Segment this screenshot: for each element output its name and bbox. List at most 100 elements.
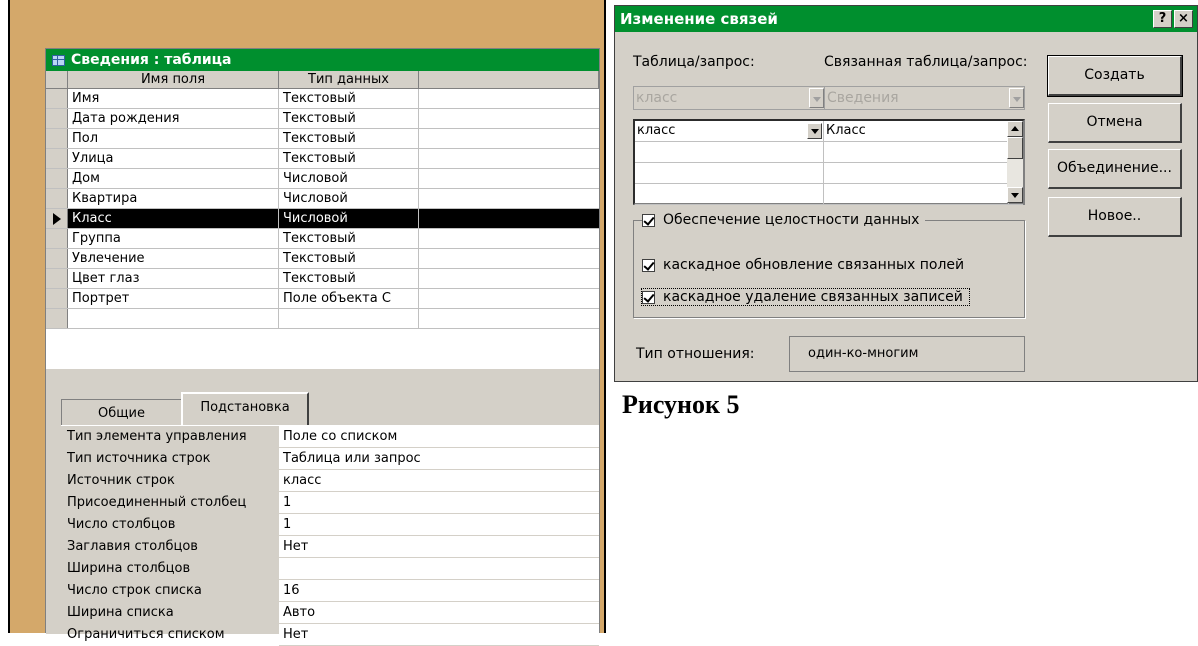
primary-field-cell[interactable] — [635, 142, 824, 162]
table-row[interactable]: Имя Текстовый — [46, 89, 599, 109]
row-selector[interactable] — [46, 229, 68, 248]
property-value-field[interactable]: Поле со списком — [279, 426, 599, 448]
property-value-field[interactable]: Таблица или запрос — [279, 448, 599, 470]
data-type-cell[interactable]: Текстовый — [279, 149, 419, 168]
row-selector[interactable] — [46, 149, 68, 168]
join-field-row[interactable] — [635, 184, 1023, 205]
column-header-data-type[interactable]: Тип данных — [279, 71, 419, 88]
data-type-cell[interactable]: Текстовый — [279, 129, 419, 148]
table-row[interactable]: Дата рождения Текстовый — [46, 109, 599, 129]
table-row[interactable]: Пол Текстовый — [46, 129, 599, 149]
table-row[interactable]: Группа Текстовый — [46, 229, 599, 249]
description-cell[interactable] — [419, 129, 599, 148]
data-type-cell[interactable]: Текстовый — [279, 269, 419, 288]
table-row[interactable]: Цвет глаз Текстовый — [46, 269, 599, 289]
description-cell[interactable] — [419, 249, 599, 268]
join-field-row[interactable] — [635, 163, 1023, 184]
property-value-field[interactable]: 1 — [279, 492, 599, 514]
join-type-button[interactable]: Объединение... — [1048, 149, 1182, 189]
data-type-cell[interactable]: Текстовый — [279, 109, 419, 128]
checkbox-checked-icon[interactable] — [642, 213, 655, 227]
checkbox-checked-icon[interactable] — [642, 258, 655, 272]
related-field-cell[interactable] — [824, 184, 1009, 204]
field-name-cell[interactable]: Класс — [68, 209, 279, 228]
field-name-cell[interactable]: Цвет глаз — [68, 269, 279, 288]
table-row[interactable]: Улица Текстовый — [46, 149, 599, 169]
description-cell[interactable] — [419, 109, 599, 128]
cancel-button[interactable]: Отмена — [1048, 103, 1182, 143]
description-cell[interactable] — [419, 169, 599, 188]
integrity-checkbox[interactable]: Обеспечение целостности данных — [642, 212, 926, 228]
data-type-cell[interactable]: Числовой — [279, 189, 419, 208]
create-button[interactable]: Создать — [1047, 55, 1183, 97]
data-type-cell[interactable] — [279, 309, 419, 328]
description-cell[interactable] — [419, 149, 599, 168]
table-row[interactable]: Портрет Поле объекта С — [46, 289, 599, 309]
cascade-delete-checkbox[interactable]: каскадное удаление связанных записей — [641, 288, 970, 306]
row-selector[interactable] — [46, 309, 68, 328]
description-cell[interactable] — [419, 229, 599, 248]
related-field-cell[interactable]: Класс — [824, 121, 1009, 141]
data-type-cell[interactable]: Текстовый — [279, 229, 419, 248]
property-value-field[interactable]: 16 — [279, 580, 599, 602]
scroll-up-icon[interactable] — [1007, 121, 1023, 137]
chevron-down-icon[interactable] — [1009, 88, 1024, 108]
property-value-field[interactable] — [279, 558, 599, 580]
description-cell[interactable] — [419, 209, 599, 228]
row-selector[interactable] — [46, 89, 68, 108]
join-field-row[interactable] — [635, 142, 1023, 163]
join-field-row[interactable]: класс Класс — [635, 121, 1023, 142]
property-value-field[interactable]: Нет — [279, 624, 599, 646]
table-row[interactable]: Дом Числовой — [46, 169, 599, 189]
property-value-field[interactable]: класс — [279, 470, 599, 492]
primary-field-cell[interactable] — [635, 184, 824, 204]
description-cell[interactable] — [419, 269, 599, 288]
data-type-cell[interactable]: Числовой — [279, 209, 419, 228]
data-type-cell[interactable]: Поле объекта С — [279, 289, 419, 308]
related-field-cell[interactable] — [824, 163, 1009, 183]
description-cell[interactable] — [419, 89, 599, 108]
row-selector[interactable] — [46, 189, 68, 208]
tab-lookup[interactable]: Подстановка — [181, 392, 309, 425]
description-cell[interactable] — [419, 309, 599, 328]
primary-field-cell[interactable] — [635, 163, 824, 183]
row-selector[interactable] — [46, 269, 68, 288]
property-value-field[interactable]: Авто — [279, 602, 599, 624]
scroll-down-icon[interactable] — [1007, 187, 1023, 203]
row-selector[interactable] — [46, 129, 68, 148]
join-fields-grid[interactable]: класс Класс — [633, 119, 1025, 205]
row-selector[interactable] — [46, 209, 68, 228]
field-name-cell[interactable]: Дом — [68, 169, 279, 188]
primary-field-cell[interactable]: класс — [635, 121, 824, 141]
new-relation-button[interactable]: Новое.. — [1048, 197, 1182, 237]
field-name-cell[interactable]: Пол — [68, 129, 279, 148]
row-selector[interactable] — [46, 169, 68, 188]
chevron-down-icon[interactable] — [809, 88, 824, 108]
row-selector[interactable] — [46, 289, 68, 308]
field-name-cell[interactable]: Квартира — [68, 189, 279, 208]
tab-general[interactable]: Общие — [61, 399, 181, 425]
related-table-select[interactable]: Сведения — [824, 86, 1025, 110]
description-cell[interactable] — [419, 289, 599, 308]
property-value-field[interactable]: 1 — [279, 514, 599, 536]
table-row[interactable]: Класс Числовой — [46, 209, 599, 229]
field-name-cell[interactable] — [68, 309, 279, 328]
field-name-cell[interactable]: Увлечение — [68, 249, 279, 268]
scroll-thumb[interactable] — [1007, 137, 1023, 159]
column-header-field-name[interactable]: Имя поля — [68, 71, 279, 88]
field-name-cell[interactable]: Имя — [68, 89, 279, 108]
table-row[interactable]: Квартира Числовой — [46, 189, 599, 209]
data-type-cell[interactable]: Текстовый — [279, 89, 419, 108]
field-name-cell[interactable]: Группа — [68, 229, 279, 248]
table-query-select[interactable]: класс — [633, 86, 825, 110]
help-button[interactable]: ? — [1153, 10, 1172, 28]
field-name-cell[interactable]: Портрет — [68, 289, 279, 308]
data-type-cell[interactable]: Текстовый — [279, 249, 419, 268]
table-row[interactable]: Увлечение Текстовый — [46, 249, 599, 269]
field-name-cell[interactable]: Дата рождения — [68, 109, 279, 128]
checkbox-checked-icon[interactable] — [642, 290, 655, 304]
join-fields-scrollbar[interactable] — [1007, 121, 1023, 203]
row-selector[interactable] — [46, 249, 68, 268]
table-row[interactable] — [46, 309, 599, 329]
column-header-description[interactable] — [419, 71, 599, 88]
